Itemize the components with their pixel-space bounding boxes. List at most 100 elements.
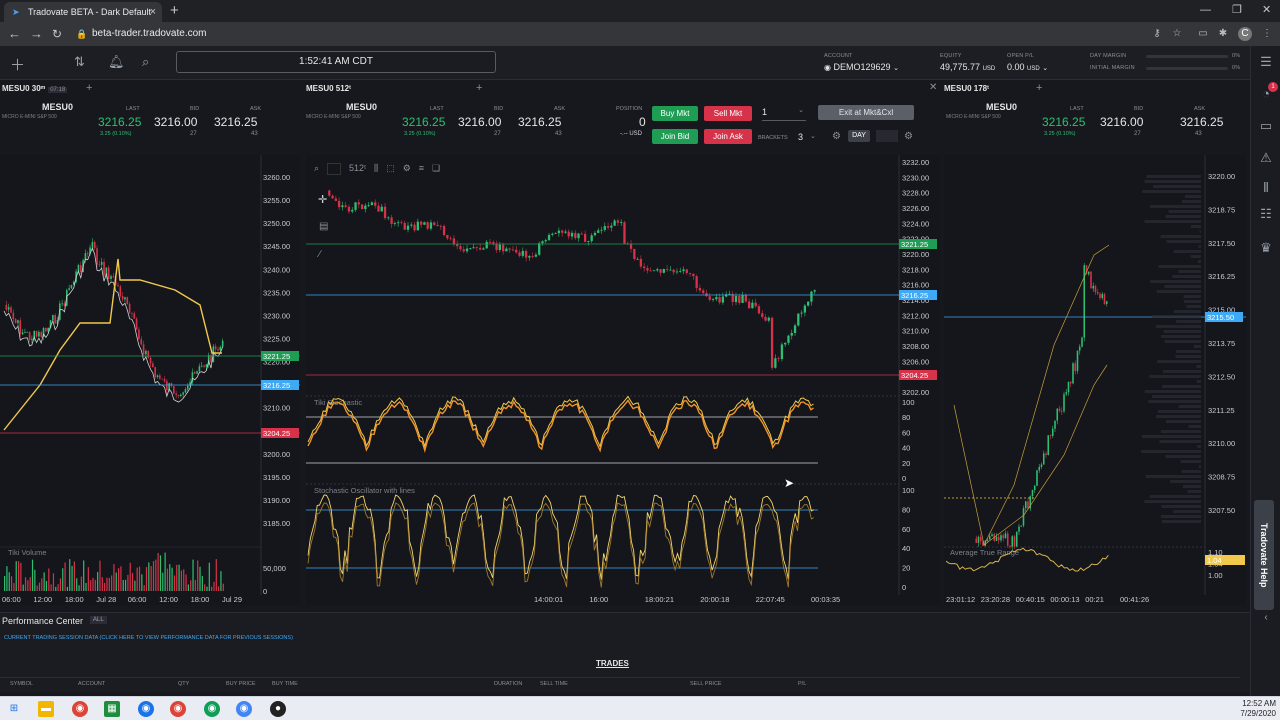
quantity-select[interactable]: 1 ⌄ xyxy=(762,106,806,121)
reload-icon[interactable]: ↻ xyxy=(52,26,62,42)
key-icon[interactable]: ⚷ xyxy=(1150,27,1164,41)
panel2-candle xyxy=(665,269,669,270)
forward-icon[interactable]: → xyxy=(30,26,43,42)
close-tab-icon[interactable]: × xyxy=(150,2,156,22)
settings-icon[interactable]: ⚙ xyxy=(904,131,913,142)
panel3-ask[interactable]: 3216.25 xyxy=(1180,115,1223,129)
profile-avatar[interactable]: C xyxy=(1238,27,1252,41)
panel3-bid[interactable]: 3216.00 xyxy=(1100,115,1143,129)
search-icon[interactable]: ⌕ xyxy=(142,54,149,70)
panel2-close-icon[interactable]: ✕ xyxy=(929,82,937,93)
chat-icon[interactable]: ▭ xyxy=(1258,118,1274,134)
panel1-tab[interactable]: MESU0 30ᵐ 07:18 xyxy=(2,82,68,96)
crosshair-icon[interactable]: ✛ xyxy=(318,193,327,206)
close-window-icon[interactable]: ✕ xyxy=(1262,2,1271,18)
back-icon[interactable]: ← xyxy=(8,26,21,42)
panel1-bid[interactable]: 3216.00 xyxy=(154,115,197,129)
sell-mkt-button[interactable]: Sell Mkt xyxy=(704,106,752,121)
color-swatch[interactable] xyxy=(327,163,342,175)
trades-column-duration[interactable]: DURATION xyxy=(494,681,522,687)
trades-column-account[interactable]: ACCOUNT xyxy=(78,681,105,687)
chevron-left-icon[interactable]: ‹ xyxy=(1258,612,1274,623)
browser-menu-icon[interactable]: ⋮ xyxy=(1260,27,1274,41)
settings-sliders-icon[interactable]: ☰ xyxy=(1258,54,1274,70)
openpl-field[interactable]: 0.00 USD ⌄ xyxy=(1007,62,1048,72)
chart-settings-icon[interactable]: ⚙ xyxy=(403,163,411,175)
trophy-icon[interactable]: ♛ xyxy=(1258,240,1274,256)
crosshair-box-icon[interactable]: ⬚ xyxy=(386,163,395,175)
url-field[interactable]: 🔒 beta-trader.tradovate.com xyxy=(72,25,1132,43)
community-icon[interactable]: ☷ xyxy=(1258,206,1274,222)
browser-tab[interactable]: ➤ Tradovate BETA - Dark Default × xyxy=(4,2,162,22)
bell-icon[interactable]: 🔔︎ xyxy=(108,54,125,70)
taskbar-date[interactable]: 7/29/2020 xyxy=(1214,709,1276,718)
join-ask-button[interactable]: Join Ask xyxy=(704,129,752,144)
minimize-icon[interactable]: — xyxy=(1200,2,1211,18)
add-icon[interactable]: ＋ xyxy=(10,54,25,75)
trades-column-buy-time[interactable]: BUY TIME xyxy=(272,681,298,687)
chrome-icon[interactable]: ◉ xyxy=(72,701,88,717)
layers-icon[interactable]: ❏ xyxy=(432,163,440,175)
panel2-candle xyxy=(764,316,767,321)
panel2-ask[interactable]: 3216.25 xyxy=(518,115,561,129)
trades-column-qty[interactable]: QTY xyxy=(178,681,189,687)
trades-column-sell-time[interactable]: SELL TIME xyxy=(540,681,568,687)
timeframe-button[interactable]: 512ᵗ xyxy=(349,163,366,175)
brackets-value[interactable]: 3 xyxy=(798,132,803,142)
chrome-profile-icon[interactable]: ◉ xyxy=(138,701,154,717)
indicators-icon[interactable]: ≡ xyxy=(419,163,424,175)
gear-icon[interactable]: ⚙ xyxy=(832,131,841,142)
performance-filter-badge[interactable]: ALL xyxy=(90,616,107,624)
sort-arrows-icon[interactable]: ⇅ xyxy=(74,54,85,70)
trades-heading[interactable]: TRADES xyxy=(596,659,629,668)
zoom-icon[interactable]: ⌕ xyxy=(314,163,319,175)
buy-mkt-button[interactable]: Buy Mkt xyxy=(652,106,698,121)
panel2-chart-svg[interactable]: 3232.003230.003228.003226.003224.003222.… xyxy=(306,155,940,605)
panel2-bid[interactable]: 3216.00 xyxy=(458,115,501,129)
taskbar-time[interactable]: 12:52 AM xyxy=(1214,699,1276,708)
obs-icon[interactable]: ● xyxy=(270,701,286,717)
chrome-beta-icon[interactable]: ◉ xyxy=(236,701,252,717)
panel3-chart[interactable]: 3220.00 3218.75 3217.50 3216.25 3215.00 3213.… xyxy=(944,155,1246,605)
cast-icon[interactable]: ▭ xyxy=(1196,27,1210,41)
candles-icon[interactable]: ⫼ xyxy=(374,163,378,175)
exit-at-mkt-button[interactable]: Exit at Mkt&Cxl xyxy=(818,105,914,120)
panel2-candle xyxy=(574,232,577,239)
tif-day-button[interactable]: DAY xyxy=(848,130,870,142)
trades-column-sell-price[interactable]: SELL PRICE xyxy=(690,681,722,687)
panel1-chart-svg[interactable]: 3260.00 3255.00 3250.00 3245.00 3240.00 3235.… xyxy=(0,155,300,605)
maximize-icon[interactable]: ❐ xyxy=(1232,2,1242,18)
tif-gtc-button[interactable] xyxy=(876,130,898,142)
bookmark-star-icon[interactable]: ☆ xyxy=(1170,27,1184,41)
join-bid-button[interactable]: Join Bid xyxy=(652,129,698,144)
note-icon[interactable]: ▤ xyxy=(319,221,328,232)
trades-column-symbol[interactable]: SYMBOL xyxy=(10,681,33,687)
warning-icon[interactable]: ⚠ xyxy=(1258,150,1274,166)
panel2-candle xyxy=(692,273,695,277)
panel1-add-icon[interactable]: + xyxy=(86,82,92,94)
panel3-volume-profile-bar xyxy=(1172,275,1201,278)
panel2-chart[interactable]: 3232.003230.003228.003226.003224.003222.… xyxy=(306,155,940,605)
panel1-chart[interactable]: 3260.00 3255.00 3250.00 3245.00 3240.00 3235.… xyxy=(0,155,300,605)
trades-column-buy-price[interactable]: BUY PRICE xyxy=(226,681,256,687)
panel3-chart-svg[interactable]: 3220.003218.753217.503216.253215.003213.… xyxy=(944,155,1246,605)
sheets-icon[interactable]: ▦ xyxy=(104,701,120,717)
extensions-icon[interactable]: ✱ xyxy=(1216,27,1230,41)
panel2-add-icon[interactable]: + xyxy=(476,82,482,94)
chrome-app-icon[interactable]: ◉ xyxy=(170,701,186,717)
account-selector[interactable]: ◉ DEMO129629 ⌄ xyxy=(824,62,899,72)
panel2-tab[interactable]: MESU0 512ᵗ xyxy=(306,82,351,96)
new-tab-icon[interactable]: + xyxy=(170,2,179,20)
chrome-alt-icon[interactable]: ◉ xyxy=(204,701,220,717)
chevron-down-icon[interactable]: ⌄ xyxy=(810,132,816,140)
file-explorer-icon[interactable]: ▬ xyxy=(38,701,54,717)
tradovate-help-tab[interactable]: Tradovate Help xyxy=(1254,500,1274,610)
panel3-add-icon[interactable]: + xyxy=(1036,82,1042,94)
panel1-ask[interactable]: 3216.25 xyxy=(214,115,257,129)
chart-bars-icon[interactable]: ⦀ xyxy=(1258,180,1274,196)
previous-sessions-link[interactable]: CURRENT TRADING SESSION DATA (CLICK HERE… xyxy=(4,635,293,641)
windows-start-icon[interactable]: ⊞ xyxy=(6,701,22,717)
panel3-tab[interactable]: MESU0 178ᵗ xyxy=(944,82,989,96)
draw-icon[interactable]: ∕ xyxy=(319,249,321,260)
trades-column-p-l[interactable]: P/L xyxy=(798,681,806,687)
